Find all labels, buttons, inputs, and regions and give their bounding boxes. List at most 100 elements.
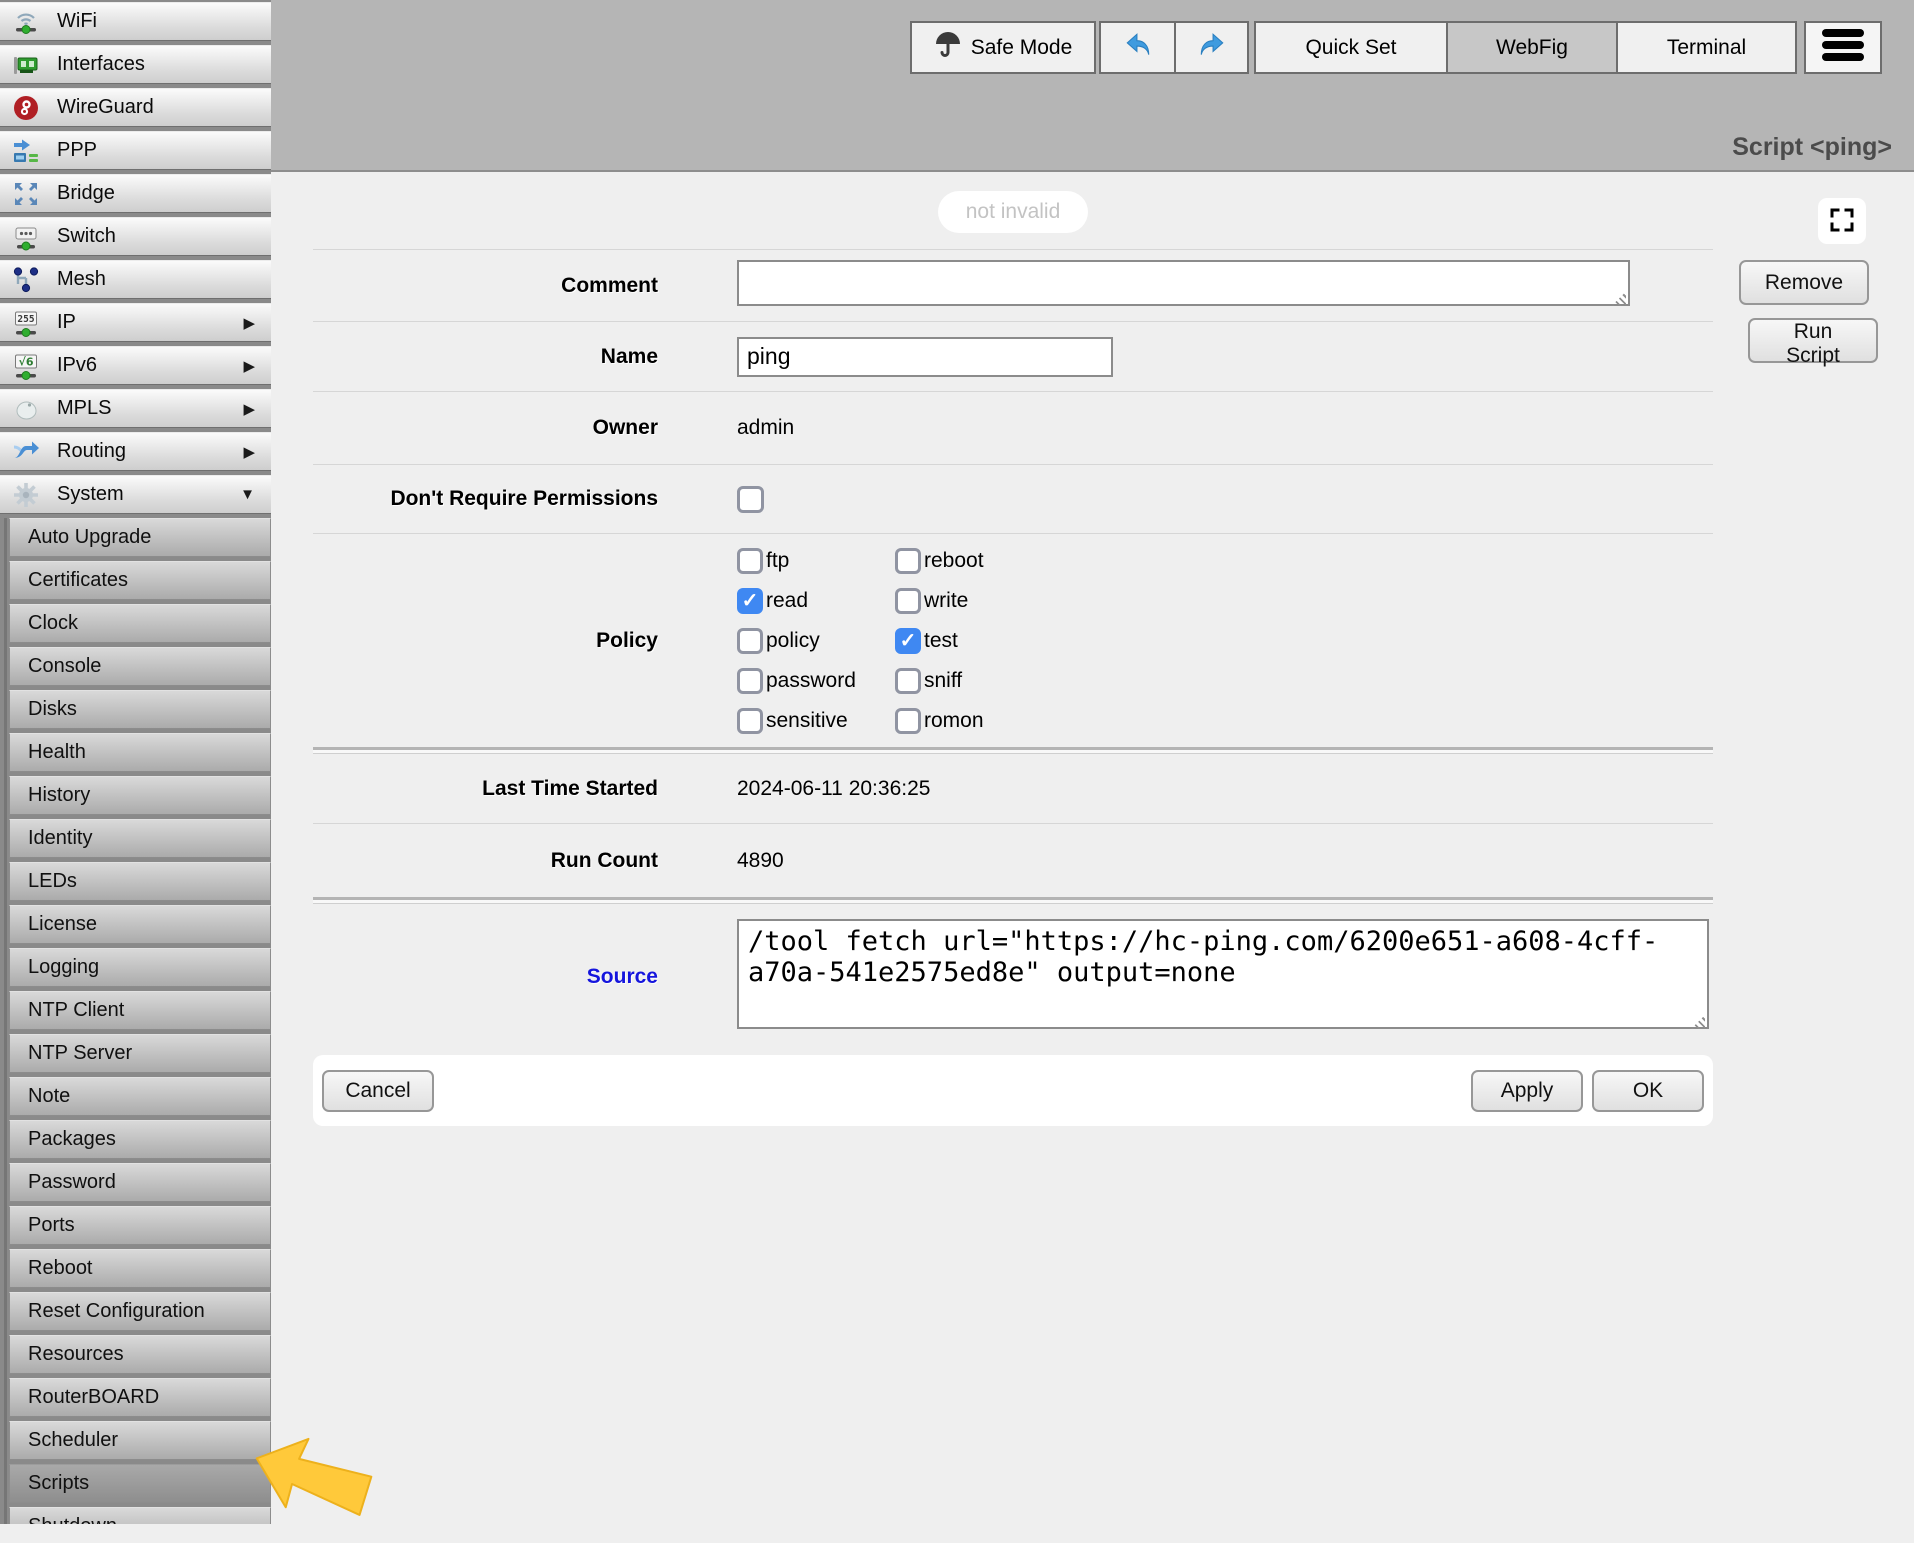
policy-checkbox-ftp[interactable] xyxy=(737,548,763,574)
dont-require-permissions-checkbox[interactable] xyxy=(737,486,764,513)
sidebar-item-routerboard[interactable]: RouterBOARD xyxy=(9,1378,271,1417)
run-script-button[interactable]: Run Script xyxy=(1748,318,1878,363)
mpls-icon xyxy=(11,394,41,424)
sidebar-item-password[interactable]: Password xyxy=(9,1163,271,1202)
terminal-tab[interactable]: Terminal xyxy=(1616,21,1797,74)
policy-row: Policy ftpreadpolicypasswordsensitivereb… xyxy=(313,533,1713,747)
sidebar-item-interfaces[interactable]: Interfaces xyxy=(0,45,271,84)
redo-button[interactable] xyxy=(1174,21,1249,74)
name-label: Name xyxy=(313,345,658,369)
policy-checkbox-sniff[interactable] xyxy=(895,668,921,694)
sidebar-item-ipv6[interactable]: √6IPv6▶ xyxy=(0,346,271,385)
system-submenu: Auto Upgrade Certificates Clock Console Disk… xyxy=(4,518,271,1524)
sidebar-item-bridge[interactable]: Bridge xyxy=(0,174,271,213)
svg-text:√6: √6 xyxy=(19,355,34,368)
policy-checkbox-reboot[interactable] xyxy=(895,548,921,574)
sidebar-item-ntp-server[interactable]: NTP Server xyxy=(9,1034,271,1073)
policy-checkbox-label: ftp xyxy=(766,549,789,573)
name-field[interactable] xyxy=(737,337,1113,377)
apply-button[interactable]: Apply xyxy=(1471,1070,1583,1112)
policy-item-password: password xyxy=(737,661,895,701)
last-time-started-row: Last Time Started 2024-06-11 20:36:25 xyxy=(313,754,1713,823)
chevron-right-icon: ▶ xyxy=(243,357,255,375)
sidebar-item-label: Bridge xyxy=(57,182,115,205)
quick-set-button[interactable]: Quick Set xyxy=(1254,21,1448,74)
cancel-button[interactable]: Cancel xyxy=(322,1070,434,1112)
webfig-tab[interactable]: WebFig xyxy=(1446,21,1618,74)
sidebar-item-history[interactable]: History xyxy=(9,776,271,815)
sidebar-item-scheduler[interactable]: Scheduler xyxy=(9,1421,271,1460)
sidebar-item-note[interactable]: Note xyxy=(9,1077,271,1116)
remove-button[interactable]: Remove xyxy=(1739,260,1869,305)
sidebar-item-mpls[interactable]: MPLS▶ xyxy=(0,389,271,428)
sidebar-item-wireguard[interactable]: WireGuard xyxy=(0,88,271,127)
section-separator xyxy=(313,747,1713,754)
policy-checkbox-label: write xyxy=(924,589,968,613)
sidebar-item-license[interactable]: License xyxy=(9,905,271,944)
undo-button[interactable] xyxy=(1099,21,1176,74)
name-row: Name xyxy=(313,321,1713,391)
policy-checkbox-sensitive[interactable] xyxy=(737,708,763,734)
main-panel: Remove Run Script not invalid Comment Na… xyxy=(271,174,1914,1524)
policy-checkbox-test[interactable] xyxy=(895,628,921,654)
comment-field-wrap xyxy=(737,260,1630,312)
sidebar-item-ppp[interactable]: PPP xyxy=(0,131,271,170)
sidebar-item-system[interactable]: System▼ xyxy=(0,475,271,514)
sidebar-item-packages[interactable]: Packages xyxy=(9,1120,271,1159)
sidebar-item-scripts[interactable]: Scripts xyxy=(9,1464,271,1503)
ok-button[interactable]: OK xyxy=(1592,1070,1704,1112)
sidebar-item-mesh[interactable]: Mesh xyxy=(0,260,271,299)
name-field-wrap xyxy=(737,337,1113,377)
sidebar-item-clock[interactable]: Clock xyxy=(9,604,271,643)
status-badge: not invalid xyxy=(938,191,1089,233)
fullscreen-button[interactable] xyxy=(1818,198,1866,244)
sidebar-item-certificates[interactable]: Certificates xyxy=(9,561,271,600)
sidebar-item-health[interactable]: Health xyxy=(9,733,271,772)
chevron-down-icon: ▼ xyxy=(240,486,255,503)
sidebar-item-identity[interactable]: Identity xyxy=(9,819,271,858)
dont-require-permissions-label: Don't Require Permissions xyxy=(313,487,658,511)
switch-icon xyxy=(11,222,41,252)
sidebar-item-ports[interactable]: Ports xyxy=(9,1206,271,1245)
sidebar-item-label: WiFi xyxy=(57,10,97,33)
sidebar-item-ip[interactable]: 255IP▶ xyxy=(0,303,271,342)
sidebar-item-wifi[interactable]: WiFi xyxy=(0,2,271,41)
sidebar-item-auto-upgrade[interactable]: Auto Upgrade xyxy=(9,518,271,557)
sidebar-item-reboot[interactable]: Reboot xyxy=(9,1249,271,1288)
policy-checkbox-read[interactable] xyxy=(737,588,763,614)
sidebar-item-disks[interactable]: Disks xyxy=(9,690,271,729)
policy-checkbox-label: policy xyxy=(766,629,820,653)
section-separator xyxy=(313,897,1713,904)
safe-mode-button[interactable]: Safe Mode xyxy=(910,21,1096,74)
sidebar-item-reset-configuration[interactable]: Reset Configuration xyxy=(9,1292,271,1331)
sidebar-item-label: WireGuard xyxy=(57,96,154,119)
hamburger-menu-button[interactable] xyxy=(1804,21,1882,74)
policy-item-write: write xyxy=(895,581,984,621)
source-field[interactable]: /tool fetch url="https://hc-ping.com/620… xyxy=(737,919,1709,1029)
chevron-right-icon: ▶ xyxy=(243,443,255,461)
policy-checkbox-password[interactable] xyxy=(737,668,763,694)
owner-row: Owner admin xyxy=(313,391,1713,464)
sidebar-item-switch[interactable]: Switch xyxy=(0,217,271,256)
sidebar: WiFi Interfaces WireGuard PPP Bridge Switch Me… xyxy=(0,0,271,1524)
comment-field[interactable] xyxy=(737,260,1630,306)
sidebar-item-shutdown[interactable]: Shutdown xyxy=(9,1507,271,1524)
interfaces-icon xyxy=(11,50,41,80)
chevron-right-icon: ▶ xyxy=(243,400,255,418)
sidebar-item-ntp-client[interactable]: NTP Client xyxy=(9,991,271,1030)
quick-set-label: Quick Set xyxy=(1305,36,1396,60)
policy-checkbox-policy[interactable] xyxy=(737,628,763,654)
run-count-value: 4890 xyxy=(737,849,784,873)
ip-icon: 255 xyxy=(11,308,41,338)
ppp-icon xyxy=(11,136,41,166)
sidebar-item-routing[interactable]: Routing▶ xyxy=(0,432,271,471)
policy-item-sniff: sniff xyxy=(895,661,984,701)
safe-mode-label: Safe Mode xyxy=(971,36,1073,60)
policy-checkbox-romon[interactable] xyxy=(895,708,921,734)
sidebar-item-resources[interactable]: Resources xyxy=(9,1335,271,1374)
sidebar-item-leds[interactable]: LEDs xyxy=(9,862,271,901)
sidebar-item-console[interactable]: Console xyxy=(9,647,271,686)
policy-checkbox-label: reboot xyxy=(924,549,984,573)
policy-checkbox-write[interactable] xyxy=(895,588,921,614)
sidebar-item-logging[interactable]: Logging xyxy=(9,948,271,987)
